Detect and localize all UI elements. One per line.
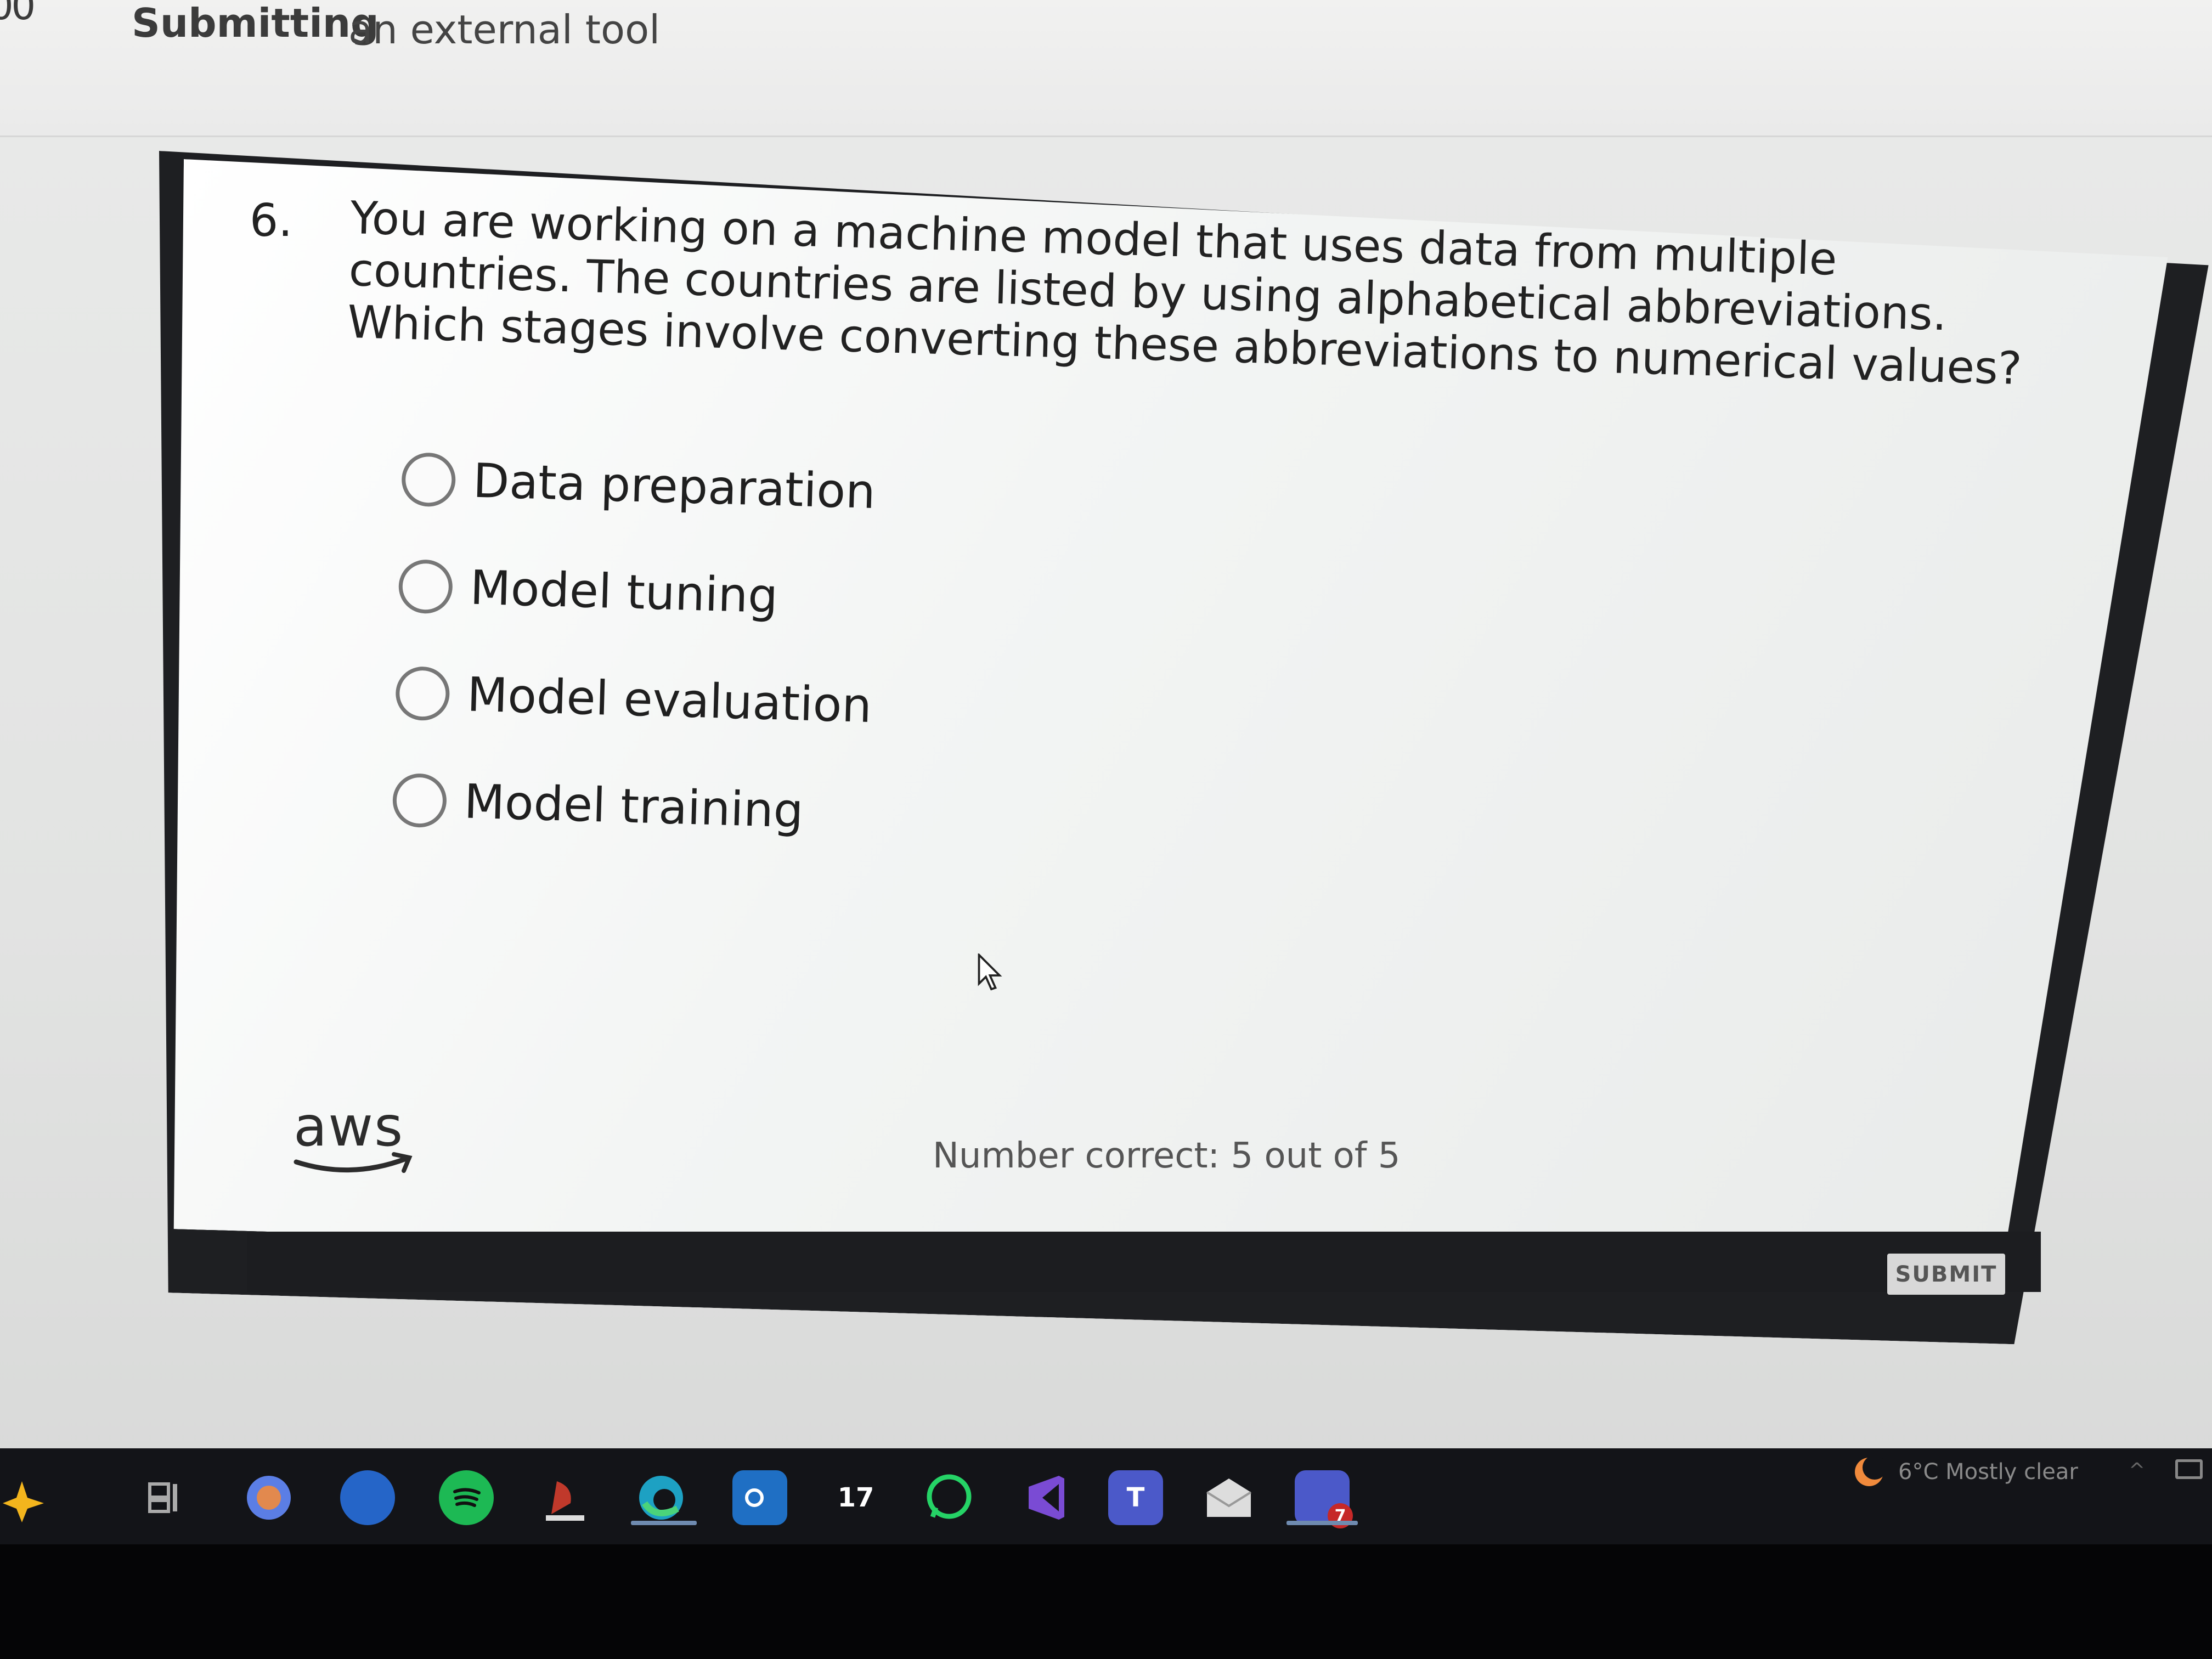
edge-dev-icon[interactable] [241,1470,296,1525]
quiz-bottom-bar [247,1232,2041,1292]
mouse-pointer-icon [978,953,1002,991]
weather-text[interactable]: 6°C Mostly clear [1898,1459,2078,1485]
radio-button[interactable] [398,558,454,614]
copilot-icon[interactable] [0,1470,55,1525]
chevron-up-icon[interactable]: ^ [2129,1459,2145,1482]
option-label: Model tuning [469,560,779,624]
visual-studio-icon[interactable] [1018,1470,1073,1525]
option-label: Model training [463,774,804,839]
whatsapp-icon[interactable] [922,1470,977,1525]
radio-button[interactable] [400,452,456,507]
assignment-subtitle: an external tool [348,7,661,53]
breadcrumb-fragment: 00 [0,0,36,29]
teams-notification-icon[interactable]: 7 [1295,1470,1353,1528]
active-app-indicator [631,1521,697,1525]
active-app-indicator [1286,1521,1358,1525]
teams-icon[interactable]: T [1108,1470,1163,1525]
answer-options: Data preparation Model tuning Model eval… [391,425,1226,876]
spotify-icon[interactable] [439,1470,494,1525]
bbc-icon[interactable] [340,1470,395,1525]
tradingview-icon[interactable]: 17 [828,1470,883,1525]
assignment-title: Submitting [132,0,379,46]
score-text: Number correct: 5 out of 5 [933,1136,1401,1176]
aws-smile-icon [294,1152,413,1173]
radio-button[interactable] [395,665,450,721]
question-number: 6. [250,195,293,247]
reader-icon[interactable] [538,1470,592,1525]
tradingview-label: 17 [837,1482,874,1513]
task-view-icon[interactable] [137,1470,192,1525]
outlook-icon[interactable] [732,1470,787,1525]
lms-header: 00 Submitting an external tool [0,0,2212,137]
radio-button[interactable] [392,772,448,828]
monitor-bezel [0,1544,2212,1659]
option-label: Data preparation [472,453,877,520]
edge-icon[interactable] [634,1470,689,1525]
option-label: Model evaluation [466,667,873,733]
mail-icon[interactable] [1201,1470,1256,1525]
weather-moon-icon[interactable] [1846,1451,1890,1495]
battery-icon[interactable] [2175,1459,2203,1479]
submit-button[interactable]: SUBMIT [1887,1254,2005,1295]
